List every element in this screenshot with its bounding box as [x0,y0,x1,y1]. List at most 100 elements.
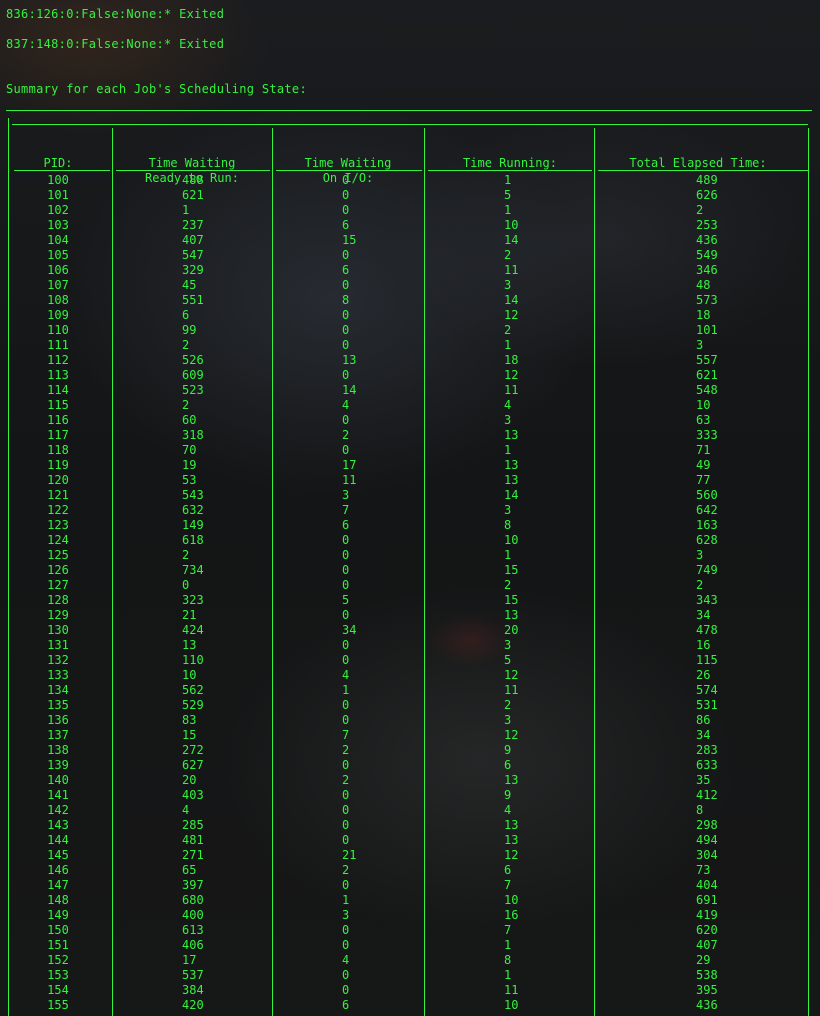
summary-title: Summary for each Job's Scheduling State: [6,82,307,96]
io-wait-cell: 2 [342,773,350,787]
total-elapsed-cell: 3 [696,338,704,352]
total-elapsed-cell: 71 [696,443,711,457]
total-elapsed-cell: 77 [696,473,711,487]
running-cell: 7 [504,878,512,892]
total-elapsed-cell: 283 [696,743,718,757]
ready-wait-cell: 424 [182,623,204,637]
pid-cell: 112 [47,353,69,367]
ready-wait-cell: 20 [182,773,197,787]
total-elapsed-cell: 3 [696,548,704,562]
running-cell: 10 [504,893,519,907]
io-wait-cell: 0 [342,338,350,352]
io-wait-cell: 13 [342,353,357,367]
io-wait-cell: 0 [342,413,350,427]
running-cell: 6 [504,758,512,772]
total-elapsed-cell: 18 [696,308,711,322]
running-cell: 11 [504,683,519,697]
io-wait-cell: 0 [342,578,350,592]
io-wait-cell: 0 [342,248,350,262]
pid-cell: 107 [47,278,69,292]
ready-wait-cell: 547 [182,248,204,262]
pid-cell: 126 [47,563,69,577]
total-elapsed-cell: 63 [696,413,711,427]
io-wait-cell: 0 [342,803,350,817]
running-cell: 9 [504,743,512,757]
total-elapsed-cell: 628 [696,533,718,547]
running-cell: 8 [504,518,512,532]
io-wait-cell: 0 [342,638,350,652]
header-underline [276,170,422,171]
io-wait-cell: 5 [342,593,350,607]
io-wait-cell: 0 [342,938,350,952]
ready-wait-cell: 10 [182,668,197,682]
table-row: 118 70 0 1 71 [6,443,812,458]
running-cell: 12 [504,368,519,382]
total-elapsed-cell: 574 [696,683,718,697]
running-cell: 3 [504,413,512,427]
running-cell: 14 [504,293,519,307]
table-row: 122 632 7 3 642 [6,503,812,518]
io-wait-cell: 8 [342,293,350,307]
pid-cell: 139 [47,758,69,772]
pid-cell: 131 [47,638,69,652]
running-cell: 11 [504,383,519,397]
total-elapsed-cell: 346 [696,263,718,277]
table-row: 132 110 0 5 115 [6,653,812,668]
total-elapsed-cell: 691 [696,893,718,907]
ready-wait-cell: 481 [182,833,204,847]
pid-cell: 150 [47,923,69,937]
ready-wait-cell: 632 [182,503,204,517]
io-wait-cell: 0 [342,563,350,577]
pid-cell: 109 [47,308,69,322]
running-cell: 7 [504,923,512,937]
ready-wait-cell: 53 [182,473,197,487]
running-cell: 5 [504,188,512,202]
total-elapsed-cell: 626 [696,188,718,202]
pid-cell: 148 [47,893,69,907]
io-wait-cell: 11 [342,473,357,487]
io-wait-cell: 34 [342,623,357,637]
pid-cell: 102 [47,203,69,217]
ready-wait-cell: 329 [182,263,204,277]
io-wait-cell: 3 [342,488,350,502]
total-elapsed-cell: 115 [696,653,718,667]
ready-wait-cell: 21 [182,608,197,622]
pid-cell: 101 [47,188,69,202]
ready-wait-cell: 271 [182,848,204,862]
total-elapsed-cell: 538 [696,968,718,982]
running-cell: 10 [504,218,519,232]
ready-wait-cell: 237 [182,218,204,232]
ready-wait-cell: 384 [182,983,204,997]
pid-cell: 125 [47,548,69,562]
running-cell: 13 [504,773,519,787]
io-wait-cell: 0 [342,788,350,802]
table-row: 149 400 3 16 419 [6,908,812,923]
ready-wait-cell: 537 [182,968,204,982]
total-elapsed-cell: 548 [696,383,718,397]
pid-cell: 138 [47,743,69,757]
total-elapsed-cell: 253 [696,218,718,232]
table-row: 140 20 2 13 35 [6,773,812,788]
table-row: 121 543 3 14 560 [6,488,812,503]
total-elapsed-cell: 304 [696,848,718,862]
table-row: 134 562 1 11 574 [6,683,812,698]
total-elapsed-cell: 557 [696,353,718,367]
ready-wait-cell: 734 [182,563,204,577]
table-row: 120 53 11 13 77 [6,473,812,488]
ready-wait-cell: 2 [182,398,190,412]
ready-wait-cell: 621 [182,188,204,202]
ready-wait-cell: 99 [182,323,197,337]
pid-cell: 149 [47,908,69,922]
running-cell: 15 [504,563,519,577]
table-row: 109 6 0 12 18 [6,308,812,323]
pid-cell: 153 [47,968,69,982]
ready-wait-cell: 613 [182,923,204,937]
table-row: 111 2 0 1 3 [6,338,812,353]
pid-cell: 136 [47,713,69,727]
running-cell: 1 [504,443,512,457]
table-row: 119 19 17 13 49 [6,458,812,473]
running-cell: 1 [504,548,512,562]
table-row: 128 323 5 15 343 [6,593,812,608]
table-top-border [6,110,812,111]
running-cell: 14 [504,488,519,502]
